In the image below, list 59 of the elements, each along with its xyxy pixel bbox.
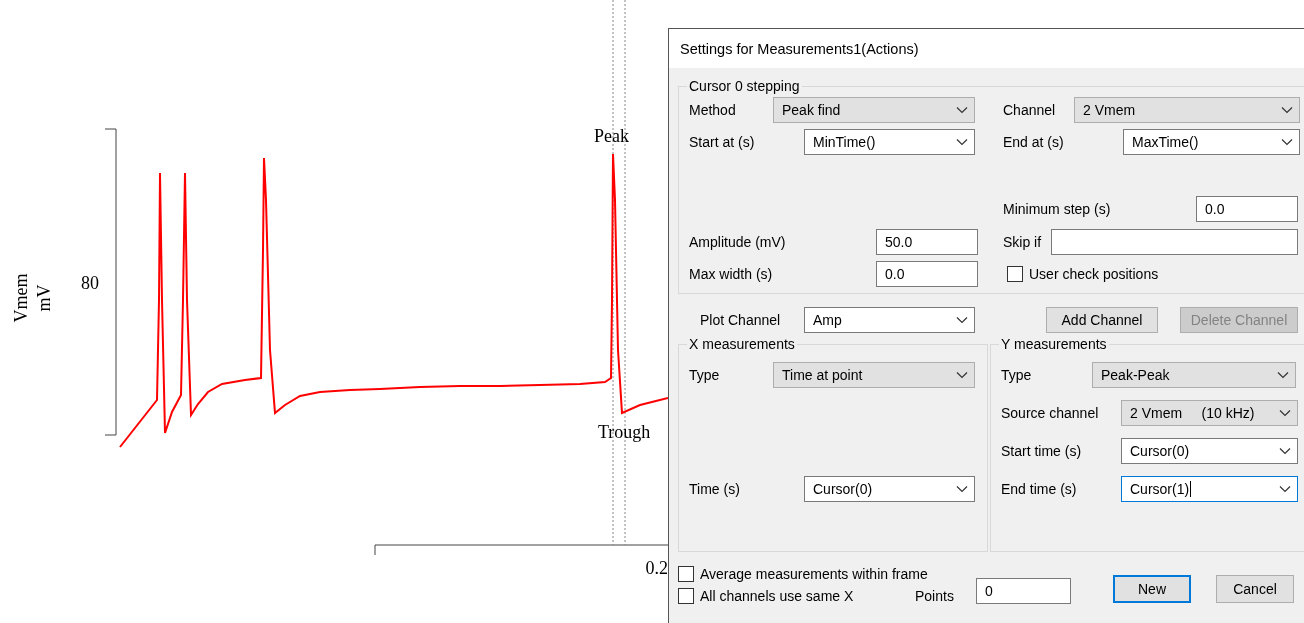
field-label: Plot Channel — [700, 312, 782, 328]
dropdown[interactable]: 2 Vmem — [1074, 97, 1300, 123]
combo-box[interactable]: Amp — [804, 307, 975, 333]
field-label: Points — [915, 588, 955, 604]
field-label: Start at (s) — [689, 134, 756, 150]
text-field[interactable]: 0.0 — [1196, 196, 1298, 222]
field-label: Skip if — [1003, 233, 1043, 250]
axis-unit: mV — [34, 284, 53, 312]
field-label: Source channel — [1001, 405, 1100, 421]
field-label: Minimum step (s) — [1003, 201, 1112, 217]
text-field[interactable] — [1051, 228, 1298, 255]
combo-box[interactable]: Cursor(0) — [804, 476, 975, 502]
chevron-down-icon — [1279, 447, 1291, 455]
chevron-down-icon — [956, 316, 968, 324]
group-title: Y measurements — [1000, 336, 1108, 352]
dropdown[interactable]: Peak-Peak — [1092, 362, 1296, 388]
dropdown[interactable]: 2 Vmem (10 kHz) — [1121, 400, 1298, 426]
text-field[interactable]: 0 — [976, 578, 1071, 604]
scale-value: 0.2 — [645, 559, 668, 577]
field-label: Channel — [1003, 102, 1057, 118]
scale-value: 80 — [81, 274, 99, 292]
group-title: Cursor 0 stepping — [688, 78, 801, 94]
dialog-button[interactable]: Cancel — [1216, 575, 1294, 603]
field-label: Max width (s) — [689, 265, 774, 282]
field-label: Type — [1001, 367, 1033, 383]
chevron-down-icon — [956, 485, 968, 493]
window-title: Settings for Measurements1(Actions) — [680, 40, 919, 57]
group-title: X measurements — [688, 336, 796, 352]
combo-box[interactable]: Cursor(0) — [1121, 438, 1298, 464]
dialog-button[interactable]: New — [1113, 575, 1191, 603]
combo-box[interactable]: MaxTime() — [1123, 129, 1300, 155]
combo-box[interactable]: Cursor(1) — [1121, 476, 1298, 502]
chevron-down-icon — [956, 371, 968, 379]
marker-label: Peak — [594, 127, 629, 145]
field-label: End at (s) — [1003, 134, 1065, 150]
combo-box[interactable]: MinTime() — [804, 129, 975, 155]
chevron-down-icon — [1277, 371, 1289, 379]
checkbox[interactable]: All channels use same X — [678, 588, 854, 604]
chevron-down-icon — [1281, 138, 1293, 146]
chevron-down-icon — [1281, 106, 1293, 114]
marker-label: Trough — [598, 423, 651, 441]
chevron-down-icon — [1279, 485, 1291, 493]
dropdown[interactable]: Peak find — [773, 97, 975, 123]
add-channel-button[interactable]: Add Channel — [1046, 307, 1158, 333]
field-label: Start time (s) — [1001, 443, 1083, 459]
chevron-down-icon — [956, 138, 968, 146]
field-label: End time (s) — [1001, 481, 1078, 497]
dropdown[interactable]: Time at point — [773, 362, 975, 388]
axis-label: Vmem — [11, 273, 30, 323]
field-label: Method — [689, 102, 737, 118]
chevron-down-icon — [1279, 409, 1291, 417]
text-field[interactable]: 50.0 — [876, 228, 978, 255]
checkbox[interactable]: Average measurements within frame — [678, 566, 928, 582]
text-field[interactable]: 0.0 — [876, 260, 978, 287]
chevron-down-icon — [956, 106, 968, 114]
field-label: Type — [689, 367, 721, 383]
field-label: Time (s) — [689, 481, 741, 497]
field-label: Amplitude (mV) — [689, 233, 787, 250]
checkbox[interactable]: User check positions — [1007, 265, 1303, 282]
